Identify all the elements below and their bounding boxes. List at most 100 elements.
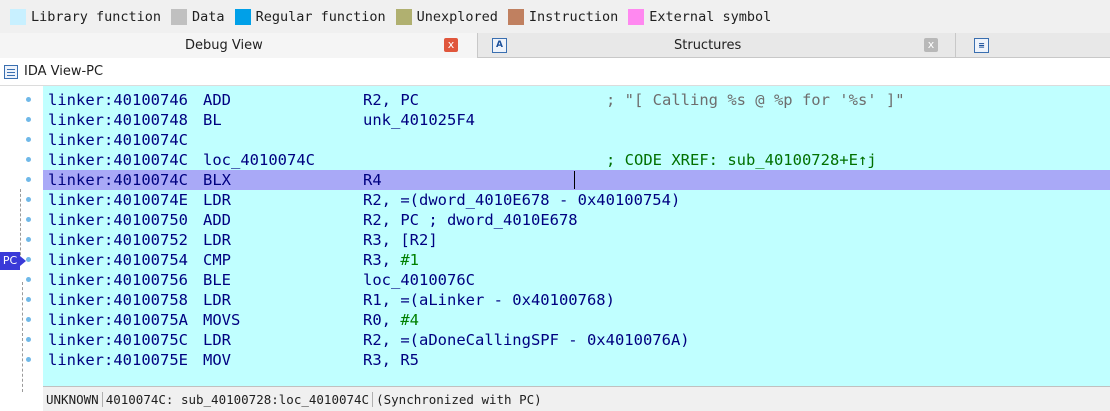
- operands: R2, =(dword_4010E678 - 0x40100754): [363, 191, 681, 209]
- close-icon[interactable]: x: [444, 38, 458, 52]
- mnemonic: CMP: [203, 251, 231, 269]
- tab-label: Debug View: [185, 38, 263, 53]
- address: linker:40100748: [48, 111, 188, 129]
- address: linker:40100756: [48, 271, 188, 289]
- line-marker-dot[interactable]: [26, 357, 31, 362]
- inline-comment: ; dword_4010E678: [419, 211, 578, 229]
- line-marker-dot[interactable]: [26, 177, 31, 182]
- line-marker-dot[interactable]: [26, 117, 31, 122]
- line-marker-dot[interactable]: [26, 297, 31, 302]
- tab-label: Structures: [674, 38, 742, 53]
- listing-row[interactable]: linker:4010074C loc_4010074C ; CODE XREF: …: [43, 150, 1110, 170]
- tab-list-view[interactable]: ≡: [957, 33, 1110, 58]
- line-marker-dot[interactable]: [26, 157, 31, 162]
- operands: R2, =(aDoneCallingSPF - 0x4010076A): [363, 331, 690, 349]
- line-marker-dot[interactable]: [26, 257, 31, 262]
- branch-arrow-line: [20, 189, 21, 265]
- operands: loc_4010076C: [363, 271, 475, 289]
- status-bar: UNKNOWN 4010074C: sub_40100728:loc_40100…: [43, 386, 1110, 411]
- address: linker:4010075E: [48, 351, 188, 369]
- operands: R3, #1: [363, 251, 419, 269]
- tab-structures[interactable]: A Structures x: [479, 33, 956, 58]
- legend-swatch: [234, 8, 251, 25]
- listing-row[interactable]: linker:40100750 ADD R2, PC ; dword_4010E67…: [43, 210, 1110, 230]
- legend-swatch: [171, 8, 188, 25]
- tab-bar: Debug View x A Structures x ≡: [0, 33, 1110, 58]
- text-cursor: [574, 171, 575, 189]
- operand-text: R2, PC: [363, 211, 419, 229]
- legend-swatch: [395, 8, 412, 25]
- comment: ; CODE XREF: sub_40100728+E↑j: [606, 151, 877, 169]
- legend-label: Unexplored: [416, 8, 498, 25]
- listing-row[interactable]: linker:4010075E MOV R3, R5: [43, 350, 1110, 370]
- legend-item-unexplored: Unexplored: [395, 8, 498, 25]
- address: linker:40100750: [48, 211, 188, 229]
- listing-row[interactable]: linker:40100746 ADD R2, PC ; "[ Calling %s …: [43, 90, 1110, 110]
- legend-label: Library function: [31, 8, 162, 25]
- listing-row[interactable]: linker:4010074C: [43, 130, 1110, 150]
- listing-row[interactable]: linker:40100756 BLE loc_4010076C: [43, 270, 1110, 290]
- line-marker-dot[interactable]: [26, 97, 31, 102]
- listing-row[interactable]: linker:40100758 LDR R1, =(aLinker - 0x4010…: [43, 290, 1110, 310]
- operands: R1, =(aLinker - 0x40100768): [363, 291, 615, 309]
- line-marker-dot[interactable]: [26, 137, 31, 142]
- line-marker-dot[interactable]: [26, 197, 31, 202]
- legend-item-external-symbol: External symbol: [628, 8, 772, 25]
- listing-row[interactable]: linker:40100752 LDR R3, [R2]: [43, 230, 1110, 250]
- disassembly-listing[interactable]: linker:40100746 ADD R2, PC ; "[ Calling %s …: [43, 86, 1110, 386]
- line-marker-dot[interactable]: [26, 217, 31, 222]
- mnemonic: ADD: [203, 91, 231, 109]
- mnemonic: ADD: [203, 211, 231, 229]
- current-instruction-row[interactable]: linker:4010074C BLX R4: [43, 170, 1110, 190]
- legend-label: Instruction: [528, 8, 619, 25]
- operands: R2, PC ; dword_4010E678: [363, 210, 578, 230]
- comment: ; "[ Calling %s @ %p for '%s' ]": [606, 91, 905, 109]
- mnemonic: MOV: [203, 351, 231, 369]
- pc-marker: PC: [0, 252, 20, 270]
- address: linker:4010075C: [48, 331, 188, 349]
- legend-item-data: Data: [171, 8, 225, 25]
- tab-debug-view[interactable]: Debug View x: [0, 33, 478, 58]
- mnemonic: MOVS: [203, 311, 241, 329]
- address: linker:4010074C: [48, 151, 188, 169]
- listing-row[interactable]: linker:40100754 CMP R3, #1: [43, 250, 1110, 270]
- list-icon: ≡: [974, 38, 989, 53]
- listing-row[interactable]: linker:4010075C LDR R2, =(aDoneCallingSPF …: [43, 330, 1110, 350]
- listing-row[interactable]: linker:40100748 BL unk_401025F4: [43, 110, 1110, 130]
- close-icon[interactable]: x: [924, 38, 938, 52]
- mnemonic: BLX: [203, 171, 231, 189]
- line-marker-dot[interactable]: [26, 237, 31, 242]
- operands: R0, #4: [363, 311, 419, 329]
- legend-label: External symbol: [649, 8, 772, 25]
- status-location: 4010074C: sub_40100728:loc_4010074C: [103, 391, 374, 407]
- line-marker-dot[interactable]: [26, 337, 31, 342]
- label: loc_4010074C: [203, 151, 315, 169]
- mnemonic: LDR: [203, 291, 231, 309]
- structures-icon: A: [492, 38, 507, 53]
- ida-view-title-bar: IDA View-PC: [0, 58, 1110, 86]
- operands: unk_401025F4: [363, 111, 475, 129]
- listing-row[interactable]: linker:4010074E LDR R2, =(dword_4010E678 -…: [43, 190, 1110, 210]
- legend-swatch: [628, 8, 645, 25]
- address: linker:40100754: [48, 251, 188, 269]
- legend-swatch: [507, 8, 524, 25]
- mnemonic: LDR: [203, 331, 231, 349]
- branch-arrow-line: [22, 282, 23, 392]
- address: linker:4010074E: [48, 191, 188, 209]
- disassembly-icon: [4, 64, 18, 79]
- line-marker-dot[interactable]: [26, 277, 31, 282]
- mnemonic: LDR: [203, 191, 231, 209]
- mnemonic: BL: [203, 111, 222, 129]
- address: linker:4010074C: [48, 171, 188, 189]
- legend-item-instruction: Instruction: [507, 8, 619, 25]
- status-state: UNKNOWN: [43, 391, 103, 407]
- address: linker:4010075A: [48, 311, 188, 329]
- listing-row[interactable]: linker:4010075A MOVS R0, #4: [43, 310, 1110, 330]
- line-marker-dot[interactable]: [26, 317, 31, 322]
- address: linker:40100758: [48, 291, 188, 309]
- legend-swatch: [10, 8, 26, 25]
- operands: R4: [363, 171, 382, 189]
- legend-label: Regular function: [255, 8, 386, 25]
- arrow-gutter: PC: [0, 86, 43, 392]
- legend-item-regular-function: Regular function: [234, 8, 386, 25]
